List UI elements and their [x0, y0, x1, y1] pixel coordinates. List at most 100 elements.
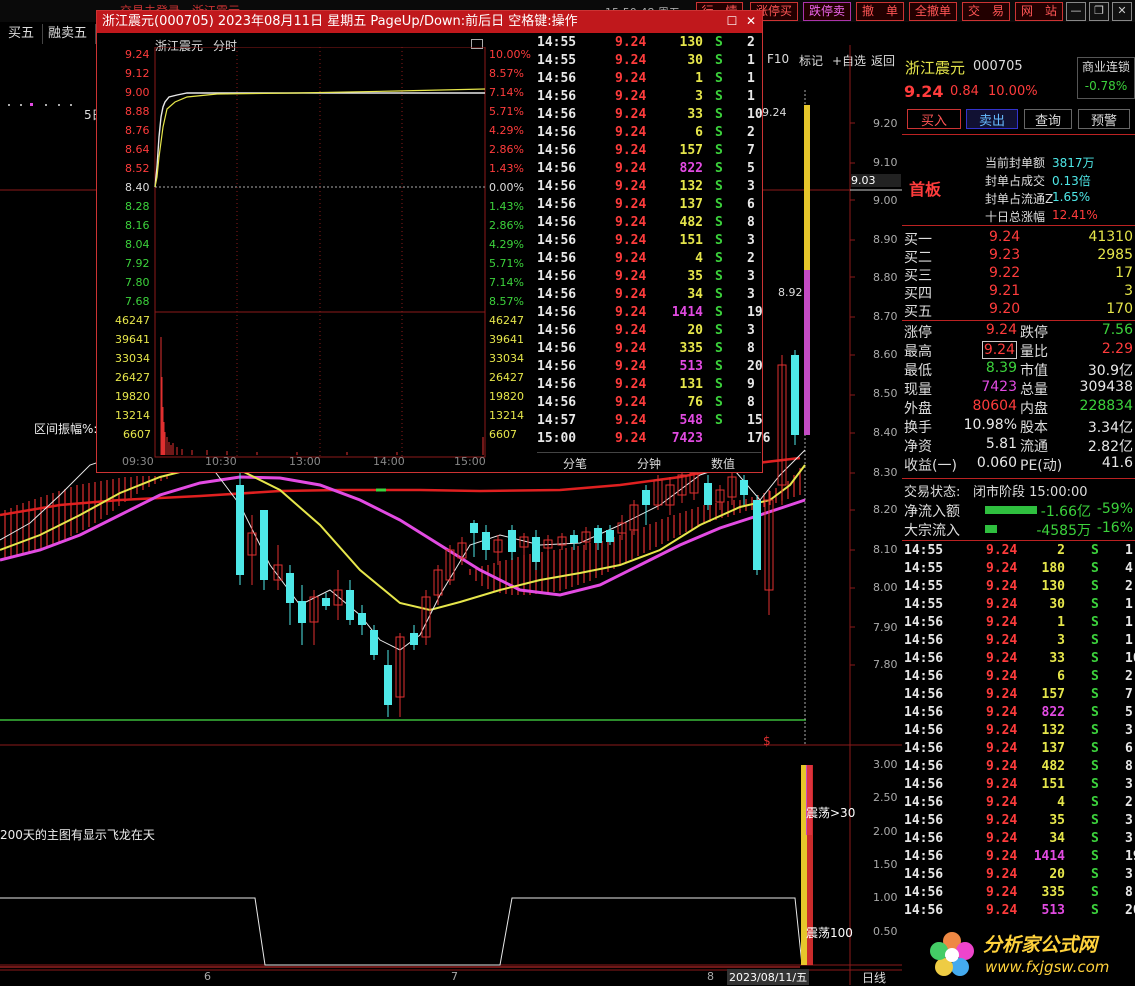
tick-cell: 14:56 — [904, 795, 944, 810]
tick-cell: 5 — [747, 161, 755, 176]
flow-label: 净流入额 — [904, 504, 960, 520]
tick-cell: 3 — [747, 233, 755, 248]
alert-button[interactable]: 预警 — [1078, 109, 1130, 129]
tick-cell: 176 — [747, 431, 771, 446]
tab-values[interactable]: 数值 — [711, 455, 735, 472]
tick-row: 14:55 9.24 130 S 2 — [537, 35, 761, 53]
axis-label: 46247 — [489, 314, 524, 327]
cancel-all-button[interactable]: 全撤单 — [909, 2, 957, 21]
stat-value: 80604 — [972, 398, 1017, 414]
axis-label: 1.50 — [873, 858, 898, 871]
tick-cell: 157 — [679, 143, 703, 158]
oscillation-30-label: 震荡>30 — [806, 806, 856, 820]
tick-cell: S — [1091, 543, 1099, 558]
tick-cell: 2 — [747, 35, 755, 50]
popup-close-icon[interactable]: ✕ — [744, 14, 758, 28]
tick-cell: S — [1091, 723, 1099, 738]
minimize-icon[interactable]: — — [1066, 2, 1086, 21]
tick-cell: 335 — [1041, 885, 1065, 900]
seal-value: 1.65% — [1052, 190, 1091, 204]
indicator-note: 200天的主图有显示飞龙在天 — [0, 828, 155, 842]
limit-down-sell-button[interactable]: 跌停卖 — [803, 2, 851, 21]
tick-row: 14:56 9.24 335 S 8 — [537, 341, 761, 359]
axis-label: 2.00 — [873, 825, 898, 838]
tick-cell: 132 — [679, 179, 703, 194]
tab-tick[interactable]: 分笔 — [563, 455, 587, 472]
tick-cell: 2 — [1125, 795, 1133, 810]
tick-cell: 4 — [1125, 561, 1133, 576]
stat-row: 涨停 9.24 跌停 7.56 — [903, 322, 1135, 341]
period-selector[interactable]: 日线 — [862, 969, 886, 986]
trade-button[interactable]: 交 易 — [962, 2, 1010, 21]
tick-cell: 4 — [695, 251, 703, 266]
cancel-order-button[interactable]: 撤 单 — [856, 2, 904, 21]
intraday-chart[interactable] — [97, 47, 537, 472]
seal-label: 封单占成交 — [985, 174, 1046, 188]
stat-value: 7423 — [981, 379, 1017, 395]
tick-cell: 9.24 — [986, 759, 1018, 774]
tick-cell: 1 — [747, 71, 755, 86]
tick-cell: 14:56 — [904, 705, 944, 720]
stat-value: 9.24 — [985, 322, 1017, 338]
restore-icon[interactable]: ❐ — [1089, 2, 1109, 21]
tick-row: 14:56 9.24 131 S 9 — [537, 377, 761, 395]
popup-title-bar[interactable]: 浙江震元(000705) 2023年08月11日 星期五 PageUp/Down… — [97, 11, 762, 33]
bid-price: 9.22 — [989, 265, 1021, 281]
axis-label: 2.50 — [873, 791, 898, 804]
tick-cell: 1 — [747, 89, 755, 104]
intraday-popup[interactable]: 浙江震元(000705) 2023年08月11日 星期五 PageUp/Down… — [96, 10, 770, 473]
tick-cell: 33 — [687, 107, 703, 122]
divider — [902, 320, 1135, 321]
tick-cell: 1 — [695, 71, 703, 86]
tick-cell: S — [715, 341, 723, 356]
query-button[interactable]: 查询 — [1024, 109, 1072, 129]
sector-box[interactable]: 商业连锁 -0.78% — [1077, 57, 1135, 99]
tick-cell: 76 — [687, 395, 703, 410]
axis-label: 8.76 — [125, 124, 150, 137]
buy-button[interactable]: 买入 — [907, 109, 961, 129]
tick-cell: 9.24 — [615, 107, 647, 122]
stat-value: 7.56 — [1101, 322, 1133, 338]
tick-row: 14:56 9.24 34 S 3 — [537, 287, 761, 305]
website-button[interactable]: 网 站 — [1015, 2, 1063, 21]
popup-maximize-icon[interactable]: ☐ — [725, 14, 739, 28]
tick-cell: S — [1091, 633, 1099, 648]
tick-cell: 9.24 — [615, 287, 647, 302]
tick-cell: 8 — [1125, 885, 1133, 900]
stat-value: 228834 — [1079, 398, 1133, 414]
tick-cell: S — [715, 197, 723, 212]
tick-cell: 9.24 — [986, 813, 1018, 828]
stat-label: 外盘 — [904, 401, 932, 417]
tab-minute[interactable]: 分钟 — [637, 455, 661, 472]
tick-row: 14:56 9.24 33 S 10 — [903, 651, 1135, 669]
close-icon[interactable]: ✕ — [1112, 2, 1132, 21]
axis-label: 8.40 — [125, 181, 150, 194]
axis-label: 9.00 — [873, 194, 898, 207]
axis-label: 7.92 — [125, 257, 150, 270]
stat-row: 换手 10.98% 股本 3.34亿 — [903, 417, 1135, 436]
tick-cell: S — [1091, 795, 1099, 810]
tick-cell: 2 — [1057, 543, 1065, 558]
tick-cell: 9.24 — [986, 831, 1018, 846]
popup-title: 浙江震元(000705) 2023年08月11日 星期五 PageUp/Down… — [102, 14, 578, 29]
stock-code: 000705 — [973, 59, 1023, 74]
tick-cell: 20 — [747, 359, 763, 374]
tick-cell: S — [715, 71, 723, 86]
stat-value: 5.81 — [985, 436, 1017, 452]
bid-volume: 17 — [1115, 265, 1133, 281]
tick-cell: 10 — [1125, 651, 1135, 666]
tick-cell: 9.24 — [986, 543, 1018, 558]
axis-label: 3.00 — [873, 758, 898, 771]
tick-cell: S — [1091, 687, 1099, 702]
sell-button[interactable]: 卖出 — [966, 109, 1018, 129]
axis-label: 7.68 — [125, 295, 150, 308]
date-tick: 7 — [451, 970, 458, 983]
axis-label: 8.88 — [125, 105, 150, 118]
axis-label: 9.10 — [873, 156, 898, 169]
tick-cell: 482 — [679, 215, 703, 230]
axis-label: 4.29% — [489, 124, 524, 137]
oscillation-100-label: 震荡100 — [806, 926, 853, 940]
tick-cell: S — [1091, 813, 1099, 828]
tab-margin-sell-five[interactable]: 融卖五 — [40, 24, 97, 44]
tab-buy-five[interactable]: 买五 — [0, 24, 44, 44]
